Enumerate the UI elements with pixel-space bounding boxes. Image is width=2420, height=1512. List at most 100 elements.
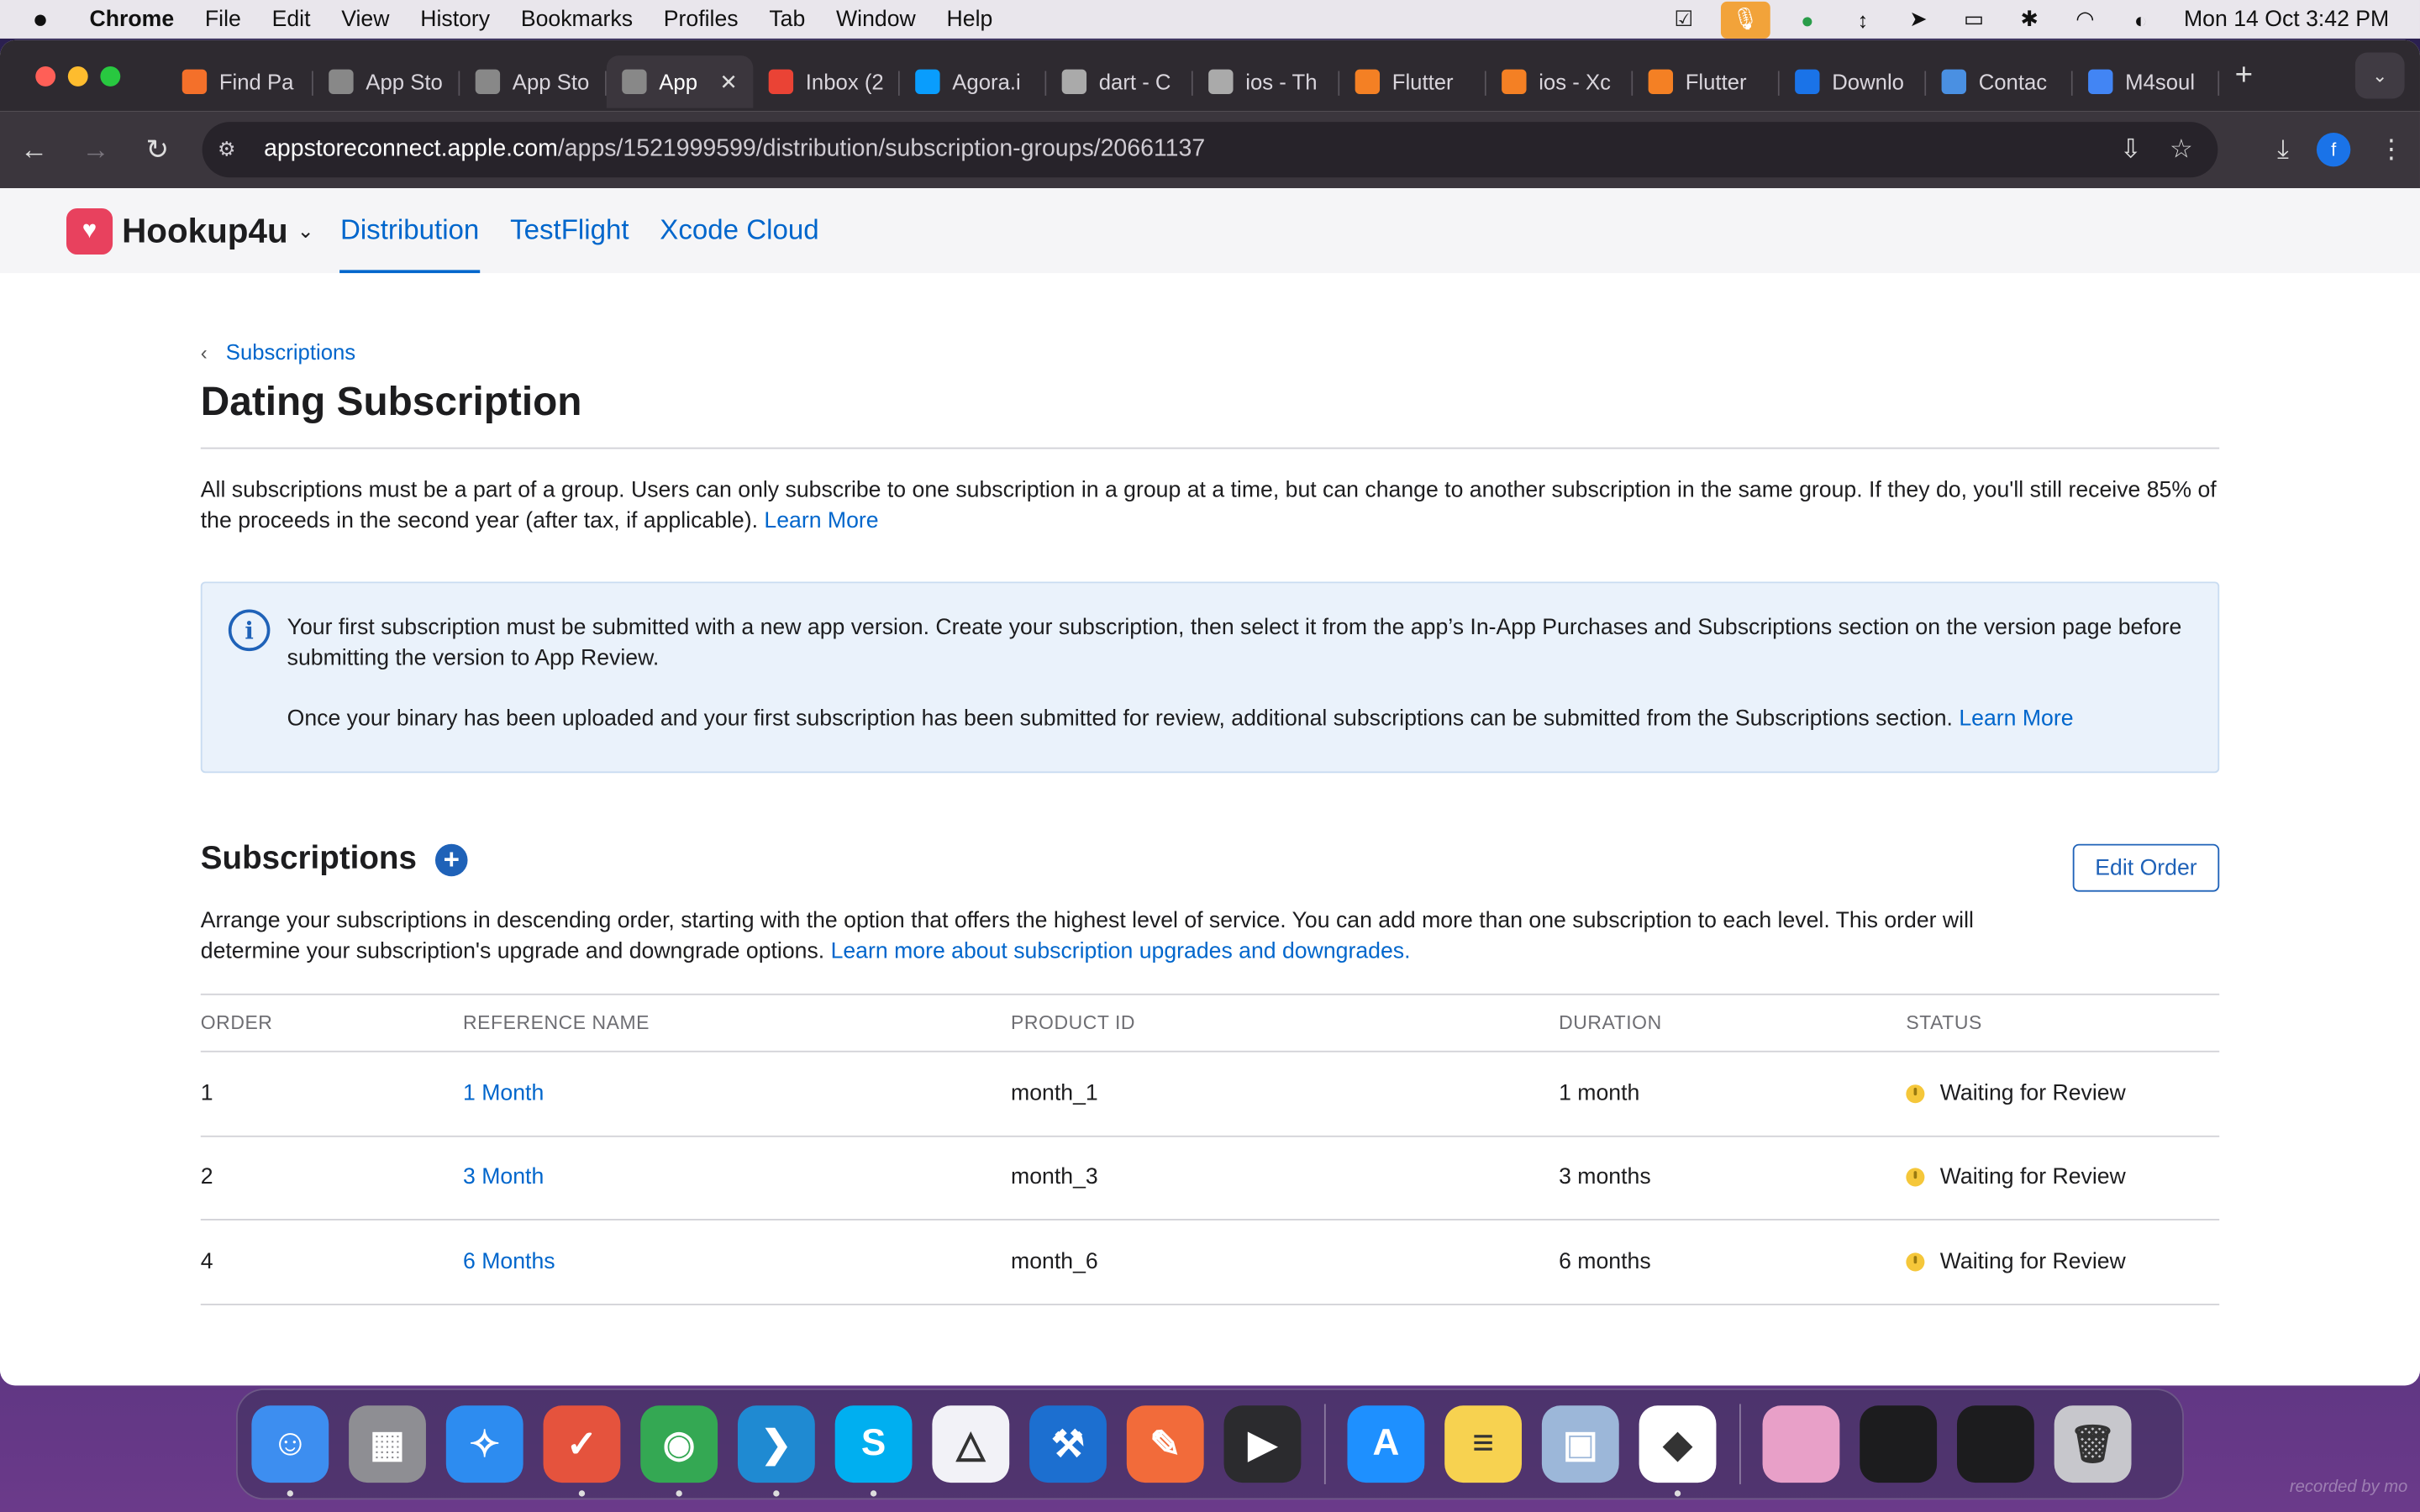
column-order[interactable]: ORDER xyxy=(201,1012,463,1034)
browser-tab[interactable]: dart - C xyxy=(1046,55,1193,108)
intro-text: All subscriptions must be a part of a gr… xyxy=(201,475,2219,537)
browser-tab[interactable]: Agora.i xyxy=(900,55,1047,108)
column-duration[interactable]: DURATION xyxy=(1559,1012,1906,1034)
preview-icon[interactable]: ▣ xyxy=(1541,1405,1619,1483)
app-switcher-chevron-icon[interactable]: ⌄ xyxy=(297,218,314,243)
intro-learn-more-link[interactable]: Learn More xyxy=(764,509,878,533)
browser-tab[interactable]: App ✕ xyxy=(606,55,754,108)
reload-icon[interactable]: ↻ xyxy=(129,122,185,177)
profile-avatar[interactable]: f xyxy=(2316,132,2351,167)
menu-app-name[interactable]: Chrome xyxy=(90,7,175,31)
minimized-window-2-icon[interactable] xyxy=(1860,1405,1938,1483)
edit-order-button[interactable]: Edit Order xyxy=(2072,843,2220,892)
row-order: 4 xyxy=(200,1249,213,1274)
column-reference-name[interactable]: REFERENCE NAME xyxy=(463,1012,1011,1034)
menu-file[interactable]: File xyxy=(205,7,241,31)
browser-tab[interactable]: Find Pa xyxy=(166,55,313,108)
menu-help[interactable]: Help xyxy=(947,7,993,31)
terminal-icon[interactable]: ▶ xyxy=(1223,1405,1302,1483)
menu-view[interactable]: View xyxy=(341,7,389,31)
bookmark-star-icon[interactable]: ☆ xyxy=(2170,134,2193,165)
bluetooth-icon[interactable]: ✱ xyxy=(2011,5,2048,33)
ticktick-icon[interactable]: ✓ xyxy=(543,1405,621,1497)
tab-testflight[interactable]: TestFlight xyxy=(510,188,629,273)
browser-tab[interactable]: Flutter xyxy=(1633,55,1780,108)
xcode-icon[interactable]: ⚒ xyxy=(1029,1405,1107,1483)
upgrades-downgrades-link[interactable]: Learn more about subscription upgrades a… xyxy=(831,940,1411,964)
minimize-window-icon[interactable] xyxy=(67,66,88,86)
notes-icon[interactable]: ≡ xyxy=(1444,1405,1523,1483)
tab-search-icon[interactable]: ⌄ xyxy=(2354,52,2405,99)
site-info-icon[interactable]: ⚙ xyxy=(218,137,245,161)
safari-icon[interactable]: ✧ xyxy=(445,1405,523,1483)
menu-window[interactable]: Window xyxy=(836,7,916,31)
chrome-menu-icon[interactable]: ⋮ xyxy=(2378,134,2404,165)
screen: ● Chrome File Edit View History Bookmark… xyxy=(0,0,2420,1512)
url-host: appstoreconnect.apple.com xyxy=(264,135,558,162)
clock[interactable]: Mon 14 Oct 3:42 PM xyxy=(2184,7,2389,31)
browser-tab[interactable]: Flutter xyxy=(1339,55,1486,108)
control-center-icon[interactable]: ◐ xyxy=(2123,5,2160,33)
apple-icon xyxy=(475,69,501,95)
breadcrumb[interactable]: ‹ Subscriptions xyxy=(201,339,355,364)
microphone-icon[interactable]: 🎙 xyxy=(1720,0,1770,38)
launchpad-icon[interactable]: ▦ xyxy=(349,1405,426,1483)
chrome-icon[interactable]: ◉ xyxy=(640,1405,718,1497)
menu-edit[interactable]: Edit xyxy=(272,7,311,31)
cursor-play-icon[interactable]: ➤ xyxy=(1900,5,1937,33)
column-product-id[interactable]: PRODUCT ID xyxy=(1011,1012,1559,1034)
forward-icon[interactable]: → xyxy=(68,122,124,177)
minimized-window-1-icon[interactable] xyxy=(1762,1405,1840,1483)
browser-tab[interactable]: Inbox (2 xyxy=(753,55,900,108)
docs-icon xyxy=(2088,69,2113,95)
vscode-icon[interactable]: ❯ xyxy=(737,1405,815,1497)
instruments-icon[interactable]: △ xyxy=(932,1405,1010,1483)
row-reference-name-link[interactable]: 3 Month xyxy=(463,1165,1011,1189)
tab-label: Inbox (2 xyxy=(805,69,884,95)
close-tab-icon[interactable]: ✕ xyxy=(719,69,738,95)
menu-tab[interactable]: Tab xyxy=(769,7,805,31)
minimized-window-3-icon[interactable] xyxy=(1956,1405,2034,1483)
trash-icon[interactable]: 🗑 xyxy=(2054,1405,2132,1483)
vertical-arrows-icon[interactable]: ↕ xyxy=(1844,5,1881,33)
install-app-icon[interactable]: ⇩ xyxy=(2120,134,2142,165)
browser-tab[interactable]: App Sto xyxy=(313,55,460,108)
downloads-icon[interactable]: ⤓ xyxy=(2277,134,2289,165)
row-status: Waiting for Review xyxy=(1906,1249,2219,1274)
browser-tab[interactable]: Contac xyxy=(1926,55,2073,108)
app-name[interactable]: Hookup4u xyxy=(122,211,288,251)
menu-bookmarks[interactable]: Bookmarks xyxy=(521,7,633,31)
row-reference-name-link[interactable]: 1 Month xyxy=(463,1081,1011,1105)
browser-tab[interactable]: ios - Xc xyxy=(1486,55,1634,108)
address-bar[interactable]: ⚙ appstoreconnect.apple.com/apps/1521999… xyxy=(202,122,2218,178)
tab-distribution[interactable]: Distribution xyxy=(339,188,480,274)
wifi-icon[interactable]: ◠ xyxy=(2066,5,2103,33)
row-duration: 6 months xyxy=(1559,1249,1651,1274)
apple-menu-icon[interactable]: ● xyxy=(33,4,60,35)
add-subscription-button[interactable]: + xyxy=(435,843,468,876)
skype-icon[interactable]: S xyxy=(834,1405,913,1497)
new-tab-icon[interactable]: + xyxy=(2235,58,2253,93)
row-reference-name-link[interactable]: 6 Months xyxy=(463,1249,1011,1273)
close-window-icon[interactable] xyxy=(35,66,56,86)
menu-history[interactable]: History xyxy=(420,7,490,31)
browser-tab[interactable]: M4soul xyxy=(2073,55,2220,108)
recording-watermark: recorded by mo xyxy=(2289,1478,2408,1497)
info-learn-more-link[interactable]: Learn More xyxy=(1959,706,2073,731)
back-icon[interactable]: ← xyxy=(6,122,61,177)
column-status[interactable]: STATUS xyxy=(1906,1012,2219,1034)
breadcrumb-subscriptions[interactable]: Subscriptions xyxy=(226,339,355,364)
postman-icon[interactable]: ✎ xyxy=(1126,1405,1204,1483)
appstore-icon[interactable]: A xyxy=(1347,1405,1425,1483)
check-badge-icon[interactable]: ☑ xyxy=(1665,5,1702,33)
tab-xcode-cloud[interactable]: Xcode Cloud xyxy=(660,188,818,273)
browser-tab[interactable]: Downlo xyxy=(1780,55,1927,108)
browser-tab[interactable]: ios - Th xyxy=(1193,55,1340,108)
android-studio-icon[interactable]: ◆ xyxy=(1639,1405,1717,1497)
maximize-window-icon[interactable] xyxy=(100,66,121,86)
green-check-icon[interactable]: ● xyxy=(1789,5,1826,33)
menu-profiles[interactable]: Profiles xyxy=(664,7,739,31)
browser-tab[interactable]: App Sto xyxy=(460,55,607,108)
battery-icon[interactable]: ▭ xyxy=(1955,5,1992,33)
finder-icon[interactable]: ☺ xyxy=(251,1405,329,1497)
